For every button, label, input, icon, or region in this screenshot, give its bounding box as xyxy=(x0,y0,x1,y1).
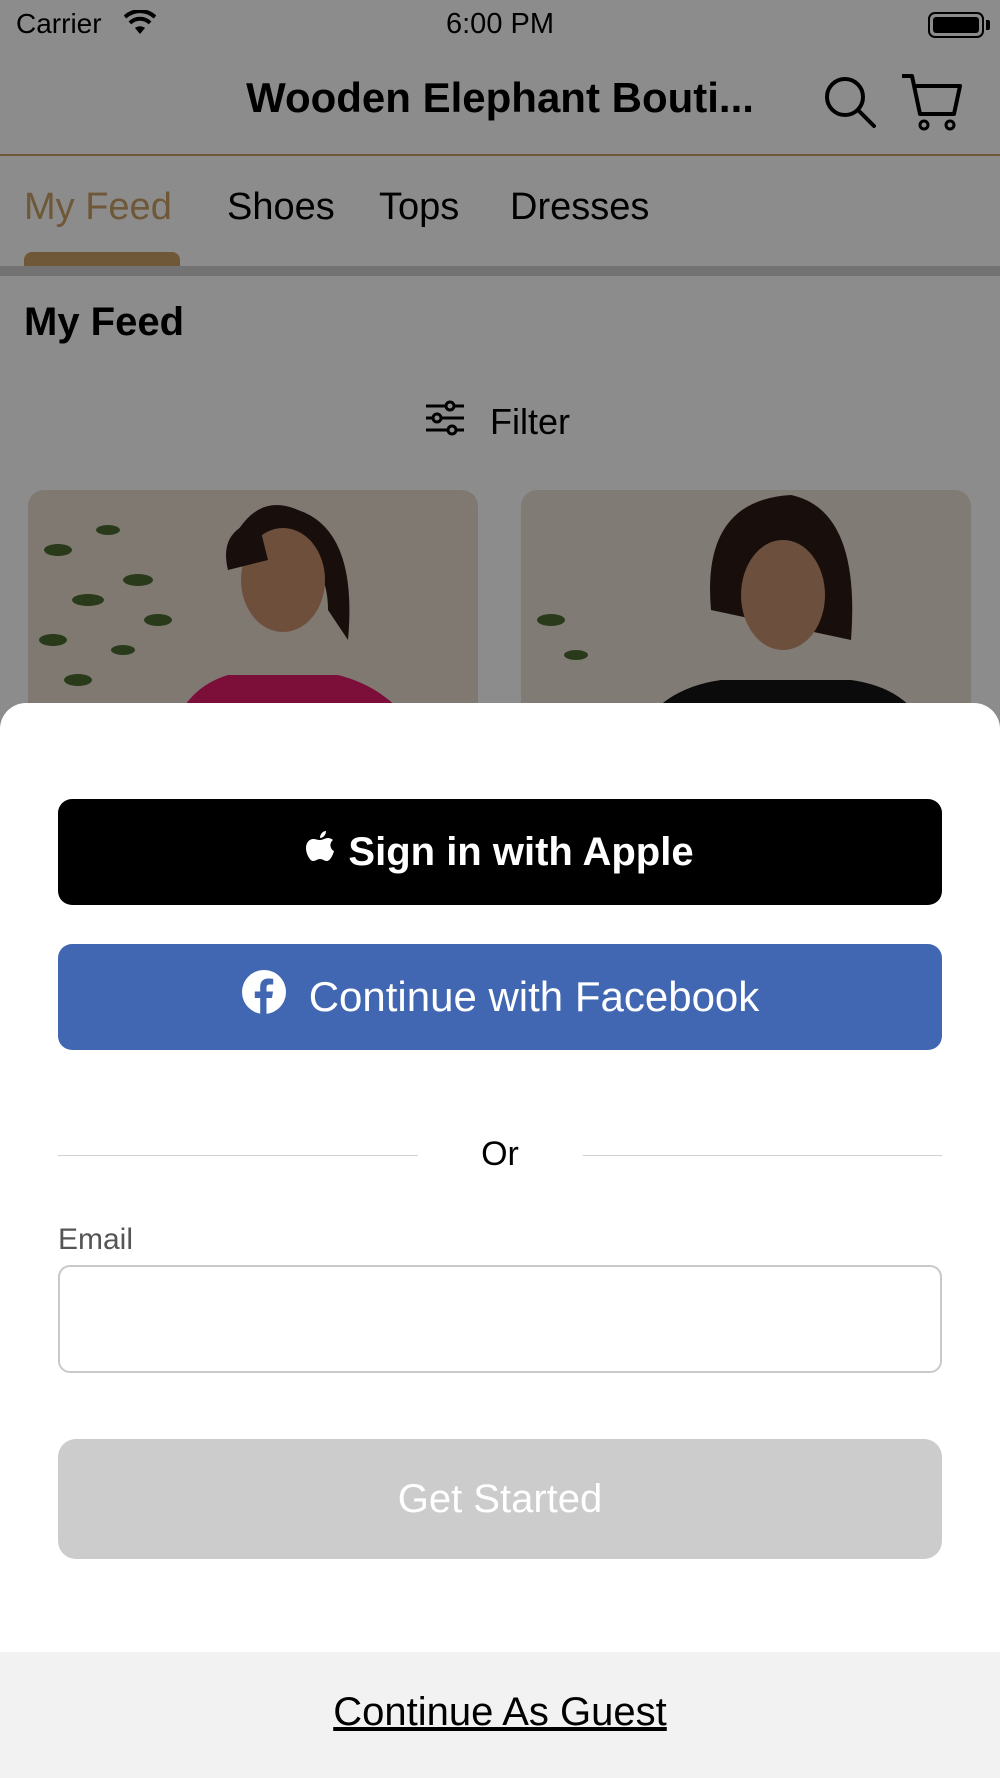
divider-line-right xyxy=(583,1155,942,1156)
apple-button-label: Sign in with Apple xyxy=(348,829,694,874)
continue-with-facebook-button[interactable]: Continue with Facebook xyxy=(58,944,942,1050)
get-started-button[interactable]: Get Started xyxy=(58,1439,942,1559)
sign-in-with-apple-button[interactable]: Sign in with Apple xyxy=(58,799,942,905)
guest-bar: Continue As Guest xyxy=(0,1652,1000,1778)
sign-in-sheet: Sign in with Apple Continue with Faceboo… xyxy=(0,703,1000,1778)
email-label: Email xyxy=(58,1223,134,1256)
apple-logo-icon xyxy=(306,830,335,875)
facebook-button-label: Continue with Facebook xyxy=(308,973,760,1020)
facebook-logo-icon xyxy=(241,969,287,1025)
continue-as-guest-link[interactable]: Continue As Guest xyxy=(0,1690,1000,1735)
email-field[interactable] xyxy=(58,1265,942,1373)
or-divider: Or xyxy=(58,1125,942,1185)
